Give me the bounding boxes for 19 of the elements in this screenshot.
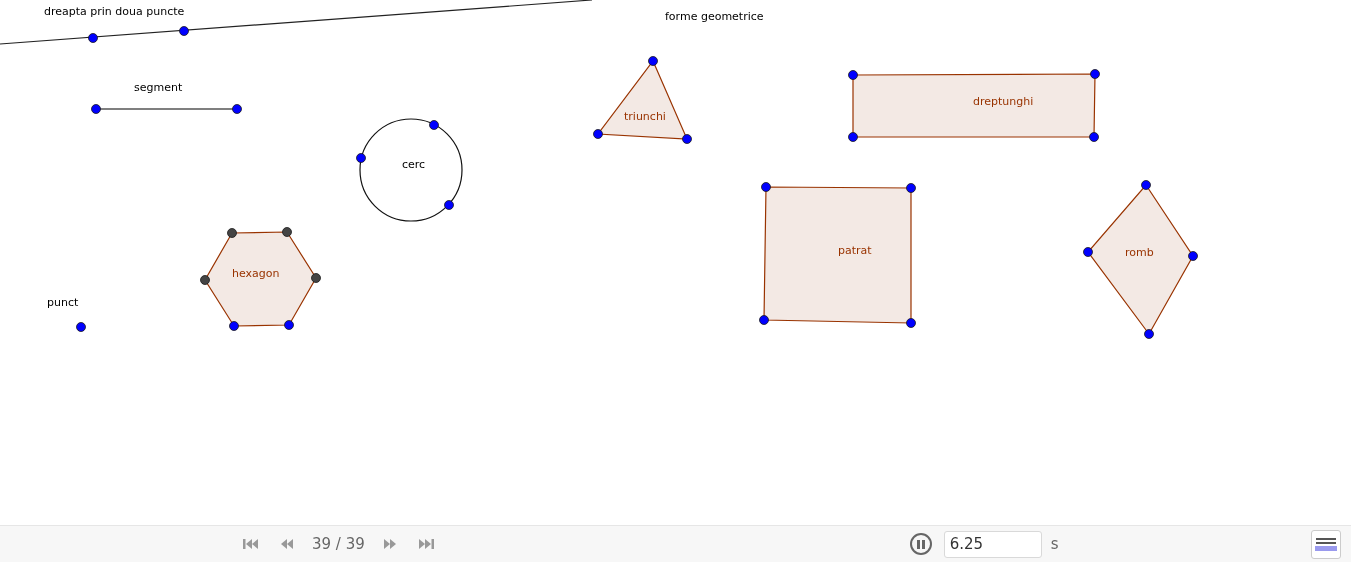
shape-label: patrat [838, 244, 872, 257]
shape-label: dreapta prin doua puncte [44, 5, 185, 18]
step-counter: 39 / 39 [312, 533, 365, 555]
algebra-view-icon[interactable] [1311, 530, 1341, 559]
unit-label: s [1050, 533, 1059, 555]
pause-button[interactable] [909, 533, 932, 555]
first-step-icon[interactable] [242, 539, 258, 549]
pause-icon [916, 539, 925, 549]
shape-label: dreptunghi [973, 95, 1034, 108]
shape-label: segment [134, 81, 183, 94]
shape-label: punct [47, 296, 79, 309]
shape-label: hexagon [232, 267, 280, 280]
canvas-title: forme geometrice [665, 10, 764, 23]
point-drawing [76, 322, 86, 332]
shape-label: triunchi [624, 110, 666, 123]
shape-label: romb [1125, 246, 1154, 259]
last-step-icon[interactable] [418, 539, 435, 549]
speed-field[interactable]: 6.25 [943, 530, 1042, 558]
shape-label: cerc [402, 158, 426, 171]
